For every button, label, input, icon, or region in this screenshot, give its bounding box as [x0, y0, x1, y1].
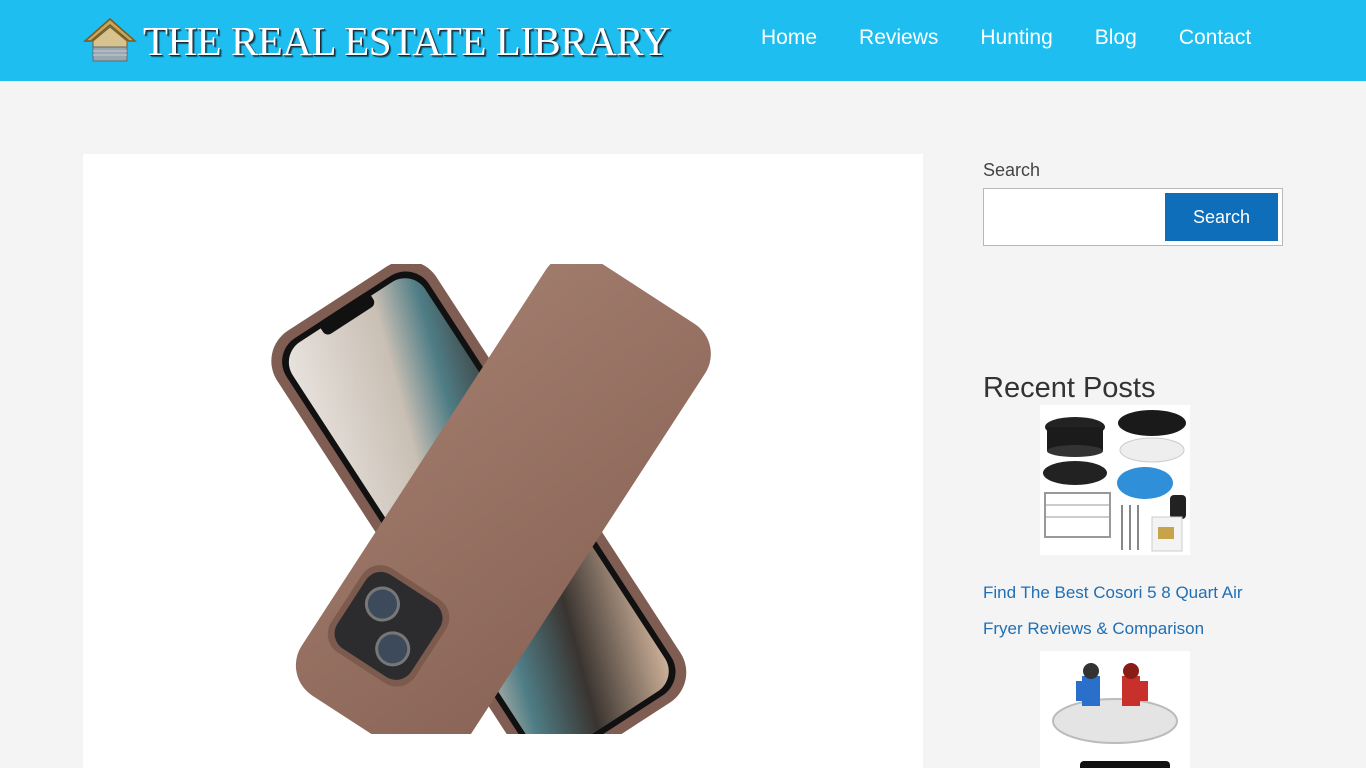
sidebar: Search Search Recent Posts Find The Best… [983, 160, 1283, 768]
nav-hunting[interactable]: Hunting [980, 26, 1052, 50]
search-input[interactable] [988, 193, 1160, 241]
nav-contact[interactable]: Contact [1179, 26, 1251, 50]
main-nav: Home Reviews Hunting Blog Contact [761, 26, 1251, 50]
nav-reviews[interactable]: Reviews [859, 26, 938, 50]
robot-battle-toy-image[interactable] [1040, 651, 1190, 768]
search-form: Search [983, 188, 1283, 246]
nav-blog[interactable]: Blog [1095, 26, 1137, 50]
search-button[interactable]: Search [1165, 193, 1278, 241]
site-title: THE REAL ESTATE LIBRARY [143, 18, 670, 64]
air-fryer-accessories-image[interactable] [1040, 405, 1190, 555]
search-label: Search [983, 160, 1041, 180]
nav-home[interactable]: Home [761, 26, 817, 50]
recent-post-link[interactable]: Find The Best Cosori 5 8 Quart Air Fryer… [983, 575, 1273, 647]
article-card [83, 154, 923, 768]
site-logo[interactable]: THE REAL ESTATE LIBRARY [83, 16, 670, 66]
site-header: THE REAL ESTATE LIBRARY Home Reviews Hun… [0, 0, 1366, 81]
product-image [271, 264, 711, 734]
recent-posts-heading: Recent Posts [983, 372, 1156, 404]
house-icon [83, 18, 137, 62]
